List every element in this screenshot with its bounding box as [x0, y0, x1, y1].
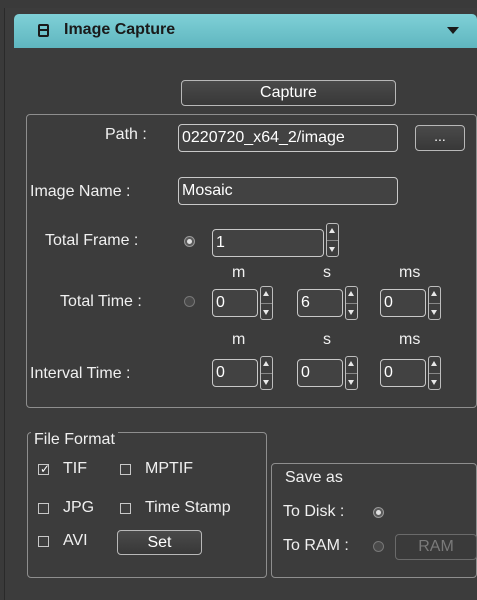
save-as-legend: Save as — [282, 469, 346, 487]
to-disk-radio[interactable] — [373, 507, 384, 518]
image-name-label: Image Name : — [30, 183, 131, 200]
total-time-unit-s: s — [323, 264, 331, 281]
tif-label: TIF — [63, 460, 87, 477]
total-time-milliseconds[interactable]: 0 — [380, 289, 426, 317]
jpg-checkbox[interactable] — [38, 503, 49, 514]
jpg-label: JPG — [63, 499, 95, 516]
total-time-milliseconds-spinner[interactable] — [428, 286, 441, 320]
panel-icon — [38, 24, 49, 37]
interval-time-minutes-spinner[interactable] — [260, 356, 273, 390]
to-disk-label: To Disk : — [283, 503, 345, 520]
total-frame-label: Total Frame : — [45, 232, 139, 249]
total-frame-spinner[interactable] — [326, 223, 339, 257]
interval-time-minutes[interactable]: 0 — [212, 359, 258, 387]
image-name-field[interactable]: Mosaic — [178, 177, 398, 205]
browse-path-button[interactable]: ... — [415, 125, 465, 151]
interval-time-seconds[interactable]: 0 — [297, 359, 343, 387]
path-label: Path : — [105, 126, 147, 143]
total-frame-radio[interactable] — [184, 236, 195, 247]
interval-time-unit-ms: ms — [399, 331, 421, 348]
tif-checkbox[interactable]: ✓ — [38, 462, 50, 476]
avi-checkbox[interactable] — [38, 536, 49, 547]
total-time-seconds-spinner[interactable] — [345, 286, 358, 320]
to-ram-label: To RAM : — [283, 537, 349, 554]
time-stamp-label: Time Stamp — [145, 499, 231, 516]
path-field[interactable]: 0220720_x64_2/image — [178, 124, 398, 152]
panel-title: Image Capture — [64, 21, 176, 38]
interval-time-unit-s: s — [323, 331, 331, 348]
interval-time-unit-m: m — [232, 331, 246, 348]
interval-time-milliseconds-spinner[interactable] — [428, 356, 441, 390]
mptif-checkbox[interactable] — [120, 464, 131, 475]
total-time-minutes-spinner[interactable] — [260, 286, 273, 320]
interval-time-label: Interval Time : — [30, 365, 131, 382]
interval-time-seconds-spinner[interactable] — [345, 356, 358, 390]
set-button[interactable]: Set — [117, 530, 202, 555]
interval-time-milliseconds[interactable]: 0 — [380, 359, 426, 387]
avi-label: AVI — [63, 532, 88, 549]
file-format-legend: File Format — [31, 431, 118, 449]
capture-button[interactable]: Capture — [181, 80, 396, 106]
mptif-label: MPTIF — [145, 460, 193, 477]
panel-header[interactable]: Image Capture — [14, 14, 477, 48]
time-stamp-checkbox[interactable] — [120, 503, 131, 514]
total-time-seconds[interactable]: 6 — [297, 289, 343, 317]
total-frame-input[interactable]: 1 — [212, 229, 324, 257]
ram-button[interactable]: RAM — [395, 534, 477, 560]
total-time-label: Total Time : — [60, 293, 142, 310]
total-time-radio[interactable] — [184, 296, 195, 307]
total-time-minutes[interactable]: 0 — [212, 289, 258, 317]
collapse-chevron-icon[interactable] — [447, 27, 459, 34]
total-time-unit-ms: ms — [399, 264, 421, 281]
total-time-unit-m: m — [232, 264, 246, 281]
to-ram-radio[interactable] — [373, 541, 384, 552]
